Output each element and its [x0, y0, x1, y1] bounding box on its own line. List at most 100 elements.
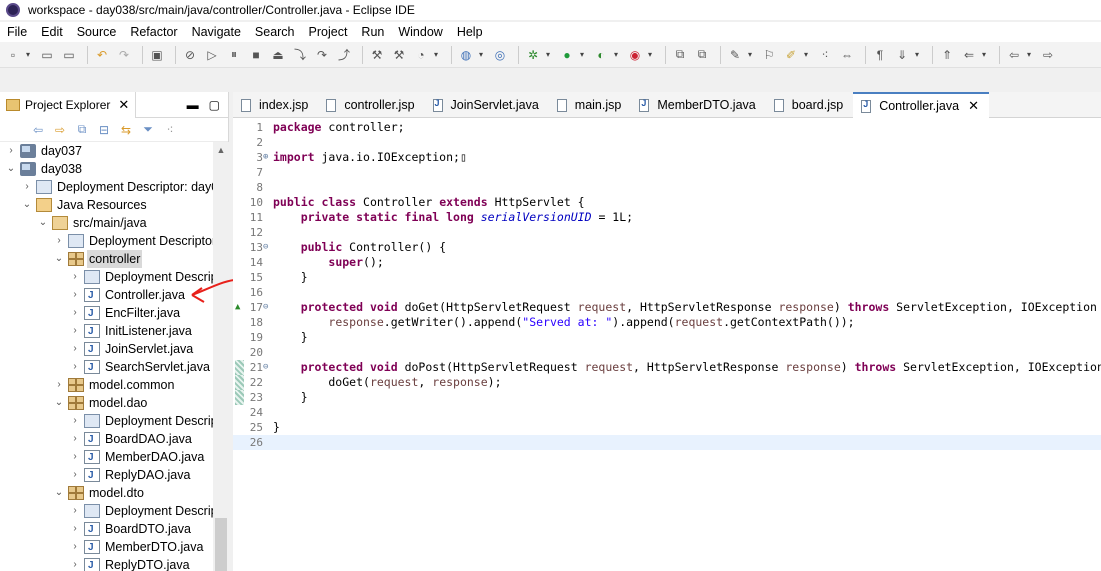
collapse-all-icon[interactable]: ⊟ — [96, 122, 112, 138]
new-package-icon[interactable]: ⚒ — [390, 46, 408, 64]
tree-item[interactable]: › Deployment Descriptor: day0 — [0, 178, 213, 196]
collapse-chevron-icon[interactable]: ⌄ — [54, 394, 64, 412]
dropdown-arrow-icon[interactable]: ▾ — [648, 50, 656, 59]
menu-project[interactable]: Project — [302, 22, 355, 42]
tree-item[interactable]: › InitListener.java — [0, 322, 213, 341]
new-icon[interactable]: ▫ — [4, 46, 22, 64]
redo-icon[interactable]: ↷ — [115, 46, 133, 64]
tree-item[interactable]: ⌄ Java Resources — [0, 196, 213, 214]
dropdown-arrow-icon[interactable]: ▾ — [748, 50, 756, 59]
next-annotation-icon[interactable]: ⇓ — [893, 46, 911, 64]
code-line[interactable]: 10 public class Controller extends HttpSe… — [233, 195, 1101, 210]
collapse-chevron-icon[interactable]: ⌄ — [54, 484, 64, 502]
save-all-icon[interactable]: ▭ — [60, 46, 78, 64]
tree-item[interactable]: › Deployment Descrip — [0, 412, 213, 430]
last-edit-icon[interactable]: ⇐ — [960, 46, 978, 64]
new-java-project-icon[interactable]: ⚒ — [368, 46, 386, 64]
step-into-icon[interactable]: ⤵ — [291, 46, 309, 64]
expand-chevron-icon[interactable]: › — [70, 340, 80, 358]
collapse-fold-icon[interactable]: ⊖ — [263, 360, 271, 375]
undo-icon[interactable]: ↶ — [93, 46, 111, 64]
menu-window[interactable]: Window — [391, 22, 449, 42]
explorer-scrollbar[interactable]: ▲ — [213, 142, 229, 571]
tree-item[interactable]: › ReplyDAO.java — [0, 466, 213, 485]
code-area[interactable]: 1 package controller; 2 3 ⊕ import java.io.IO… — [233, 118, 1101, 571]
tab-project-explorer[interactable]: Project Explorer ✕ — [0, 91, 137, 118]
tree-item[interactable]: ⌄ src/main/java — [0, 214, 213, 232]
show-whitespace-icon[interactable]: ¶ — [871, 46, 889, 64]
expand-chevron-icon[interactable]: › — [70, 466, 80, 484]
run-icon[interactable]: ● — [558, 46, 576, 64]
expand-chevron-icon[interactable]: › — [70, 268, 80, 286]
menu-help[interactable]: Help — [450, 22, 490, 42]
scroll-up-icon[interactable]: ▲ — [213, 142, 229, 158]
suspend-icon[interactable]: ⏸ — [225, 46, 243, 64]
code-line[interactable]: 24 — [233, 405, 1101, 420]
editor-tab[interactable]: controller.jsp — [318, 92, 424, 118]
step-over-icon[interactable]: ↷ — [313, 46, 331, 64]
tree-item[interactable]: › Controller.java — [0, 286, 213, 305]
dropdown-arrow-icon[interactable]: ▾ — [915, 50, 923, 59]
code-line[interactable]: 1 package controller; — [233, 120, 1101, 135]
view-menu-icon[interactable]: ⁖ — [162, 122, 178, 138]
collapse-chevron-icon[interactable]: ⌄ — [22, 196, 32, 214]
dropdown-arrow-icon[interactable]: ▾ — [479, 50, 487, 59]
editor-tab[interactable]: index.jsp — [233, 92, 318, 118]
tree-item[interactable]: ⌄ day038 — [0, 160, 213, 178]
expand-chevron-icon[interactable]: › — [54, 376, 64, 394]
expand-chevron-icon[interactable]: › — [70, 286, 80, 304]
expand-chevron-icon[interactable]: › — [70, 412, 80, 430]
code-line[interactable]: 20 — [233, 345, 1101, 360]
coverage-icon[interactable]: ◐ — [592, 46, 610, 64]
open-task-icon[interactable]: ⧉ — [693, 46, 711, 64]
open-web-browser-icon[interactable]: ◍ — [457, 46, 475, 64]
tree-item[interactable]: › MemberDTO.java — [0, 538, 213, 557]
expand-fold-icon[interactable]: ⊕ — [263, 150, 271, 165]
editor-tab[interactable]: Controller.java ✕ — [853, 92, 989, 118]
debug-icon[interactable]: ✲ — [524, 46, 542, 64]
code-line[interactable]: 2 — [233, 135, 1101, 150]
expand-chevron-icon[interactable]: › — [70, 556, 80, 571]
code-line[interactable]: 14 super(); — [233, 255, 1101, 270]
editor-tab[interactable]: main.jsp — [549, 92, 632, 118]
expand-chevron-icon[interactable]: › — [70, 358, 80, 376]
menu-edit[interactable]: Edit — [34, 22, 70, 42]
override-marker-icon[interactable]: ▲ — [235, 300, 245, 315]
new-java-icon[interactable]: ◎ — [491, 46, 509, 64]
dropdown-arrow-icon[interactable]: ▾ — [546, 50, 554, 59]
maximize-icon[interactable]: ▢ — [209, 98, 220, 112]
editor-tab[interactable]: board.jsp — [766, 92, 853, 118]
menu-run[interactable]: Run — [354, 22, 391, 42]
new-class-icon[interactable]: ◔ — [412, 46, 430, 64]
disconnect-icon[interactable]: ⏏ — [269, 46, 287, 64]
tree-item[interactable]: › ReplyDTO.java — [0, 556, 213, 571]
code-line[interactable]: 22 doGet(request, response); — [233, 375, 1101, 390]
forward-icon[interactable]: ⇨ — [52, 122, 68, 138]
tree-item[interactable]: ⌄ model.dto — [0, 484, 213, 502]
save-icon[interactable]: ▭ — [38, 46, 56, 64]
close-icon[interactable]: ✕ — [118, 97, 129, 113]
expand-chevron-icon[interactable]: › — [70, 430, 80, 448]
step-return-icon[interactable]: ⤴ — [335, 46, 353, 64]
mark-occurrences-icon[interactable]: ✐ — [782, 46, 800, 64]
tree-item[interactable]: › MemberDAO.java — [0, 448, 213, 467]
dropdown-arrow-icon[interactable]: ▾ — [26, 50, 34, 59]
expand-chevron-icon[interactable]: › — [6, 142, 16, 160]
dropdown-arrow-icon[interactable]: ▾ — [614, 50, 622, 59]
editor-tab[interactable]: MemberDTO.java — [631, 92, 765, 118]
tree-item[interactable]: › model.common — [0, 376, 213, 394]
editor-tab[interactable]: JoinServlet.java — [425, 92, 549, 118]
menu-refactor[interactable]: Refactor — [123, 22, 184, 42]
code-line[interactable]: 23 } — [233, 390, 1101, 405]
tree-item[interactable]: › BoardDAO.java — [0, 430, 213, 449]
tree-item[interactable]: › BoardDTO.java — [0, 520, 213, 539]
expand-chevron-icon[interactable]: › — [70, 448, 80, 466]
expand-chevron-icon[interactable]: › — [54, 232, 64, 250]
expand-chevron-icon[interactable]: › — [22, 178, 32, 196]
code-line[interactable]: 21 ⊖ protected void doPost(HttpServletReq… — [233, 360, 1101, 375]
link-with-editor-icon[interactable]: ⇆ — [118, 122, 134, 138]
scrollbar-thumb[interactable] — [215, 518, 227, 571]
code-line[interactable]: 13 ⊖ public Controller() { — [233, 240, 1101, 255]
resume-icon[interactable]: ▷ — [203, 46, 221, 64]
code-line[interactable]: 3 ⊕ import java.io.IOException;▯ — [233, 150, 1101, 165]
